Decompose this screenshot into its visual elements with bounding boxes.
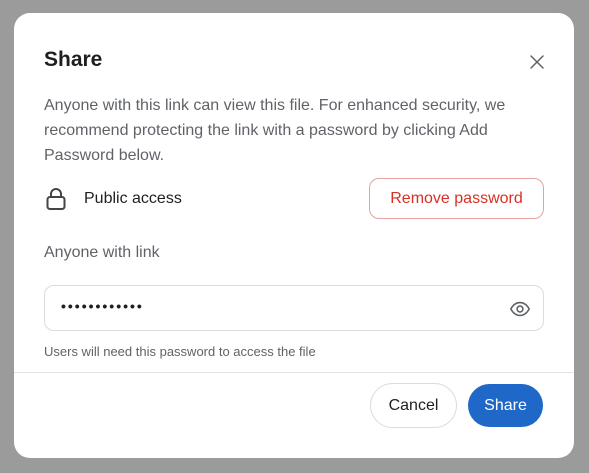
password-field[interactable]: ••••••••••••	[44, 285, 544, 331]
eye-icon[interactable]	[509, 298, 531, 320]
share-button[interactable]: Share	[468, 384, 543, 427]
close-icon	[530, 55, 544, 69]
dialog-title: Share	[44, 48, 103, 71]
close-button[interactable]	[526, 51, 548, 73]
lock-icon	[46, 188, 66, 210]
anyone-with-link-label: Anyone with link	[44, 244, 160, 261]
share-dialog: Share Anyone with this link can view thi…	[14, 13, 574, 458]
footer-divider	[14, 372, 574, 373]
public-access-label: Public access	[84, 190, 182, 207]
password-value: ••••••••••••	[61, 298, 144, 314]
remove-password-button[interactable]: Remove password	[369, 178, 544, 219]
password-hint: Users will need this password to access …	[44, 344, 316, 359]
cancel-button[interactable]: Cancel	[370, 383, 457, 428]
dialog-description: Anyone with this link can view this file…	[44, 97, 506, 164]
